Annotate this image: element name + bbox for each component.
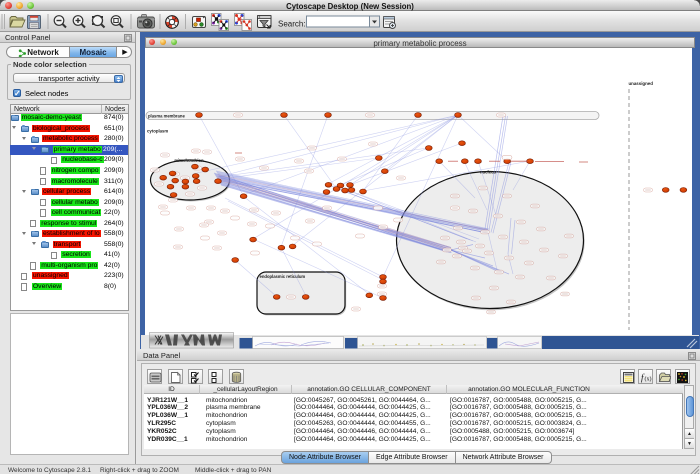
svg-text:(x): (x) — [644, 375, 651, 382]
svg-text:cytoplasm: cytoplasm — [147, 129, 168, 134]
svg-text:unassigned: unassigned — [629, 81, 654, 86]
svg-text:Search:: Search: — [278, 20, 306, 29]
svg-text:plasma membrane: plasma membrane — [148, 113, 185, 118]
svg-text:mitochondrion: mitochondrion — [174, 158, 204, 163]
svg-text:endoplasmic reticulum: endoplasmic reticulum — [260, 274, 306, 279]
